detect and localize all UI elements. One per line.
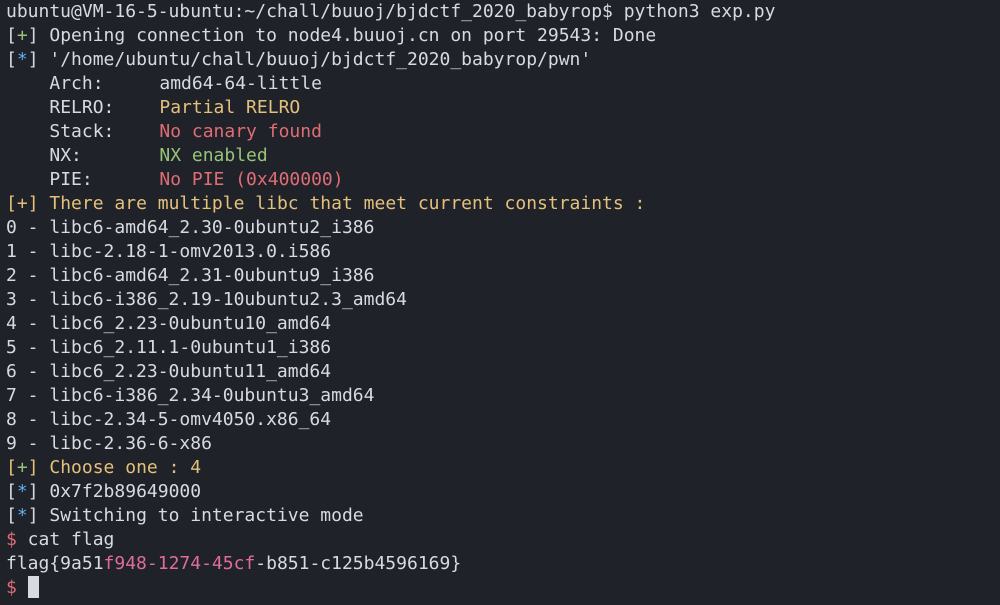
bracket-open: [ bbox=[6, 49, 17, 70]
command-line: ubuntu@VM-16-5-ubuntu:~/chall/buuoj/bjdc… bbox=[0, 0, 1000, 24]
flag-text: -b851-c125b4596169} bbox=[255, 553, 462, 574]
libc-option: 0 - libc6-amd64_2.30-0ubuntu2_i386 bbox=[0, 216, 1000, 240]
checksec-pie: PIE: No PIE (0x400000) bbox=[0, 168, 1000, 192]
libc-option-text: 6 - libc6_2.23-0ubuntu11_amd64 bbox=[6, 361, 332, 382]
libc-option-text: 5 - libc6_2.11.1-0ubuntu1_i386 bbox=[6, 337, 332, 358]
log-line-choose: [+] Choose one : 4 bbox=[0, 456, 1000, 480]
status-star-icon: * bbox=[16, 481, 28, 502]
status-plus-icon: + bbox=[16, 457, 28, 478]
bracket-close: ] bbox=[27, 25, 39, 46]
libc-option-text: 3 - libc6-i386_2.19-10ubuntu2.3_amd64 bbox=[6, 289, 407, 310]
libc-option-text: 4 - libc6_2.23-0ubuntu10_amd64 bbox=[6, 313, 332, 334]
libc-option-text: 7 - libc6-i386_2.34-0ubuntu3_amd64 bbox=[6, 385, 375, 406]
bracket-close: ] bbox=[27, 481, 39, 502]
bracket-open: [ bbox=[6, 193, 17, 214]
checksec-relro: RELRO: Partial RELRO bbox=[0, 96, 1000, 120]
input-line[interactable]: $ bbox=[0, 576, 1000, 600]
libc-option: 3 - libc6-i386_2.19-10ubuntu2.3_amd64 bbox=[0, 288, 1000, 312]
log-text: There are multiple libc that meet curren… bbox=[38, 193, 646, 214]
flag-output: flag{9a51f948-1274-45cf-b851-c125b459616… bbox=[0, 552, 1000, 576]
libc-option: 2 - libc6-amd64_2.31-0ubuntu9_i386 bbox=[0, 264, 1000, 288]
checksec-stack: Stack: No canary found bbox=[0, 120, 1000, 144]
log-line-multi-libc: [+] There are multiple libc that meet cu… bbox=[0, 192, 1000, 216]
flag-text: flag{9a51 bbox=[6, 553, 104, 574]
libc-option-text: 9 - libc-2.36-6-x86 bbox=[6, 433, 212, 454]
log-line-opening: [+] Opening connection to node4.buuoj.cn… bbox=[0, 24, 1000, 48]
log-text: 0x7f2b89649000 bbox=[38, 481, 202, 502]
bracket-close: ] bbox=[27, 457, 39, 478]
bracket-close: ] bbox=[27, 193, 39, 214]
shell-command-line: $ cat flag bbox=[0, 528, 1000, 552]
dollar-prompt-icon: $ bbox=[6, 577, 17, 598]
bracket-open: [ bbox=[6, 505, 17, 526]
log-text: Switching to interactive mode bbox=[38, 505, 364, 526]
libc-option-text: 1 - libc-2.18-1-omv2013.0.i586 bbox=[6, 241, 332, 262]
libc-option-text: 8 - libc-2.34-5-omv4050.x86_64 bbox=[6, 409, 332, 430]
bracket-open: [ bbox=[6, 457, 17, 478]
checksec-value: Partial RELRO bbox=[159, 97, 301, 118]
checksec-label: NX: bbox=[49, 145, 82, 166]
bracket-open: [ bbox=[6, 481, 17, 502]
checksec-value: NX enabled bbox=[159, 145, 268, 166]
flag-text-highlight: f948-1274-45cf bbox=[103, 553, 256, 574]
bracket-close: ] bbox=[27, 505, 39, 526]
log-text: '/home/ubuntu/chall/buuoj/bjdctf_2020_ba… bbox=[38, 49, 592, 70]
status-star-icon: * bbox=[16, 49, 28, 70]
checksec-label: PIE: bbox=[49, 169, 93, 190]
checksec-label: Stack: bbox=[49, 121, 115, 142]
checksec-label: RELRO: bbox=[49, 97, 115, 118]
status-plus-icon: + bbox=[16, 193, 28, 214]
checksec-arch: Arch: amd64-64-little bbox=[0, 72, 1000, 96]
checksec-value: No PIE (0x400000) bbox=[159, 169, 344, 190]
libc-option: 7 - libc6-i386_2.34-0ubuntu3_amd64 bbox=[0, 384, 1000, 408]
log-line-addr: [*] 0x7f2b89649000 bbox=[0, 480, 1000, 504]
log-line-interactive: [*] Switching to interactive mode bbox=[0, 504, 1000, 528]
libc-option: 5 - libc6_2.11.1-0ubuntu1_i386 bbox=[0, 336, 1000, 360]
libc-option: 6 - libc6_2.23-0ubuntu11_amd64 bbox=[0, 360, 1000, 384]
log-text: Choose one : 4 bbox=[38, 457, 202, 478]
bracket-close: ] bbox=[27, 49, 39, 70]
log-line-path: [*] '/home/ubuntu/chall/buuoj/bjdctf_202… bbox=[0, 48, 1000, 72]
libc-option-text: 2 - libc6-amd64_2.31-0ubuntu9_i386 bbox=[6, 265, 375, 286]
text-cursor[interactable] bbox=[27, 576, 39, 598]
checksec-value: No canary found bbox=[159, 121, 322, 142]
libc-option: 8 - libc-2.34-5-omv4050.x86_64 bbox=[0, 408, 1000, 432]
bracket-open: [ bbox=[6, 25, 17, 46]
prompt-command: ubuntu@VM-16-5-ubuntu:~/chall/buuoj/bjdc… bbox=[6, 1, 776, 22]
terminal-window[interactable]: ubuntu@VM-16-5-ubuntu:~/chall/buuoj/bjdc… bbox=[0, 0, 1000, 605]
status-star-icon: * bbox=[16, 505, 28, 526]
checksec-label: Arch: bbox=[49, 73, 104, 94]
status-plus-icon: + bbox=[16, 25, 28, 46]
libc-option: 4 - libc6_2.23-0ubuntu10_amd64 bbox=[0, 312, 1000, 336]
libc-option: 1 - libc-2.18-1-omv2013.0.i586 bbox=[0, 240, 1000, 264]
shell-command: cat flag bbox=[16, 529, 115, 550]
libc-option-text: 0 - libc6-amd64_2.30-0ubuntu2_i386 bbox=[6, 217, 375, 238]
libc-option: 9 - libc-2.36-6-x86 bbox=[0, 432, 1000, 456]
dollar-prompt-icon: $ bbox=[6, 529, 17, 550]
log-text: Opening connection to node4.buuoj.cn on … bbox=[38, 25, 657, 46]
checksec-value: amd64-64-little bbox=[159, 73, 322, 94]
checksec-nx: NX: NX enabled bbox=[0, 144, 1000, 168]
